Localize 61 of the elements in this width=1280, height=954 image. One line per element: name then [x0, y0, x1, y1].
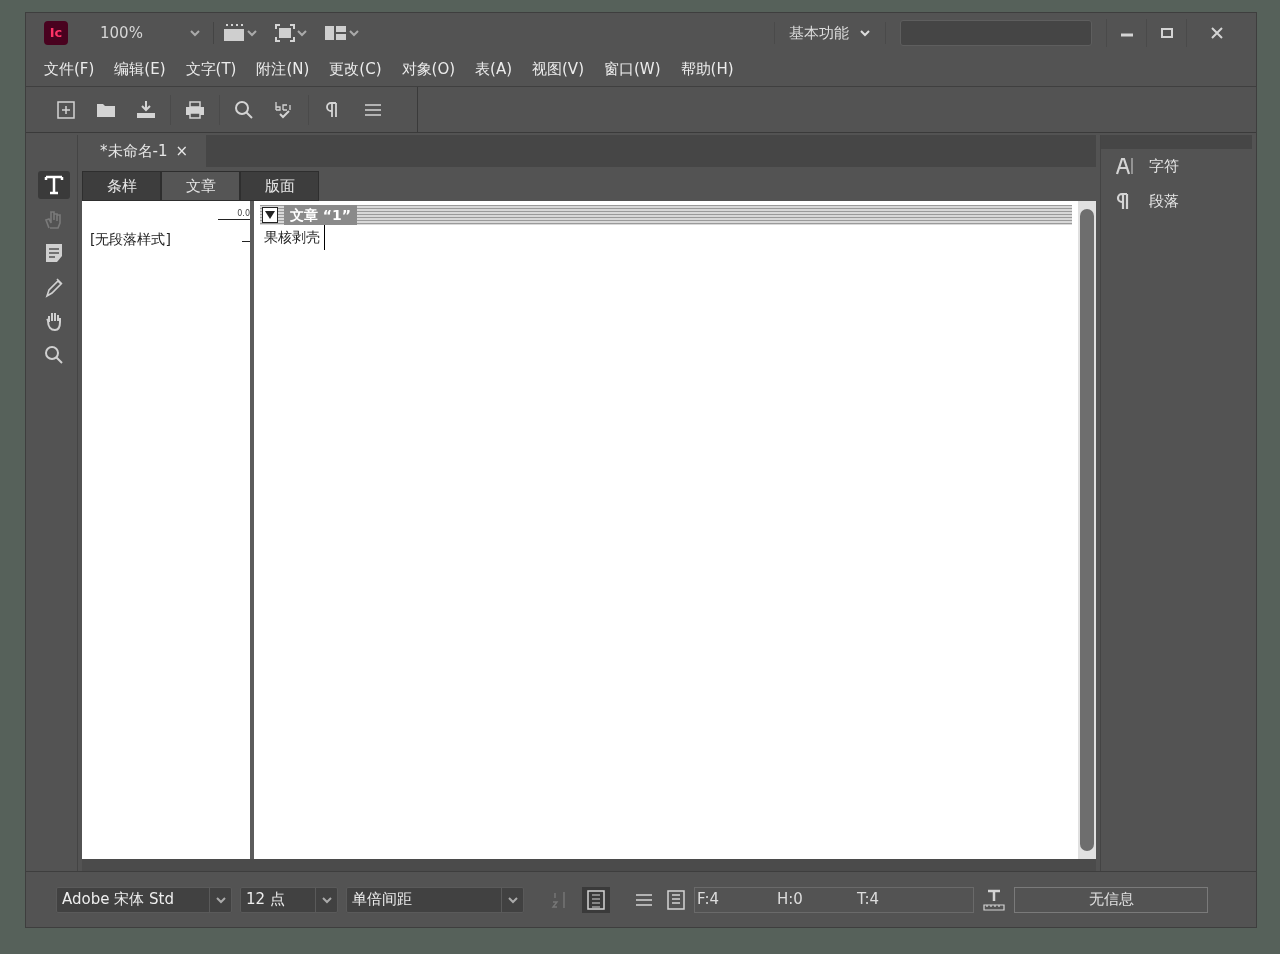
word-count: H:0 — [777, 889, 804, 911]
zoom-dropdown[interactable]: 100% — [100, 21, 214, 45]
menu-item[interactable]: 对象(O) — [391, 58, 466, 81]
chevron-down-icon — [506, 894, 519, 905]
menu-item[interactable]: 帮助(H) — [670, 58, 744, 81]
chevron-down-icon — [320, 894, 333, 905]
triangle-down-icon — [265, 211, 275, 219]
search-icon — [234, 99, 254, 120]
tab-close-button[interactable]: × — [175, 139, 189, 163]
workspace-switcher[interactable]: 基本功能 — [774, 21, 886, 45]
printer-icon — [185, 99, 205, 120]
screen-mode-icon — [273, 23, 296, 43]
menu-item[interactable]: 更改(C) — [319, 58, 392, 81]
galley-view-button[interactable] — [582, 886, 610, 913]
word-count: F:4 — [697, 889, 721, 911]
app-logo: Ic — [44, 21, 68, 45]
type-tool-icon — [42, 174, 65, 196]
story-text: 果核剥壳 — [260, 225, 325, 250]
chevron-down-icon — [188, 28, 201, 38]
menu-item[interactable]: 窗口(W) — [594, 58, 671, 81]
view-tab[interactable]: 版面 — [240, 171, 319, 201]
chevron-down-icon — [295, 28, 308, 38]
collapse-toggle[interactable] — [262, 207, 278, 223]
view-tab[interactable]: 条样 — [82, 171, 161, 201]
line-spacing-dropdown[interactable]: 单倍间距 — [346, 886, 524, 913]
chevron-down-icon — [347, 28, 360, 38]
view-tab[interactable]: 文章 — [161, 171, 240, 201]
menu-item[interactable]: 视图(V) — [522, 58, 594, 81]
menu-item[interactable]: 文字(T) — [175, 58, 247, 81]
word-count: T:4 — [857, 889, 881, 911]
spellcheck-icon — [274, 99, 294, 120]
text-ruler-icon — [982, 887, 1006, 912]
maximize-icon — [1159, 27, 1174, 39]
chevron-down-icon — [214, 894, 227, 905]
menu-item[interactable]: 表(A) — [465, 58, 522, 81]
list-view-icon — [586, 888, 606, 911]
close-icon — [1209, 26, 1224, 40]
font-size-dropdown[interactable]: 12 点 — [240, 886, 338, 913]
document-tab[interactable]: *未命名-1 × — [82, 135, 207, 167]
menu-item[interactable]: 编辑(E) — [104, 58, 176, 81]
info-field: 无信息 — [1014, 886, 1208, 913]
font-dropdown[interactable]: Adobe 宋体 Std — [56, 886, 232, 913]
ruler-reading: 0.0 — [218, 209, 250, 220]
chevron-down-icon — [245, 28, 258, 38]
zoom-icon — [42, 344, 65, 366]
menu-item[interactable]: 附注(N) — [246, 58, 320, 81]
frame-icon — [221, 23, 246, 43]
panel-item[interactable]: 段落 — [1101, 183, 1252, 218]
character-icon — [1115, 156, 1135, 177]
layout-icon — [323, 24, 348, 42]
search-field[interactable] — [900, 20, 1092, 46]
tool-button[interactable] — [37, 171, 70, 199]
plus-square-icon — [56, 99, 76, 120]
story-title: 文章 “1” — [284, 205, 358, 225]
paragraph-style-label: [无段落样式] — [90, 230, 172, 249]
download-icon — [136, 99, 156, 120]
scrollbar[interactable] — [1078, 201, 1096, 859]
menu-item[interactable]: 文件(F) — [34, 58, 105, 81]
chevron-down-icon — [859, 28, 871, 38]
panel-item[interactable]: 字符 — [1101, 149, 1252, 184]
document-info-icon — [666, 888, 686, 911]
